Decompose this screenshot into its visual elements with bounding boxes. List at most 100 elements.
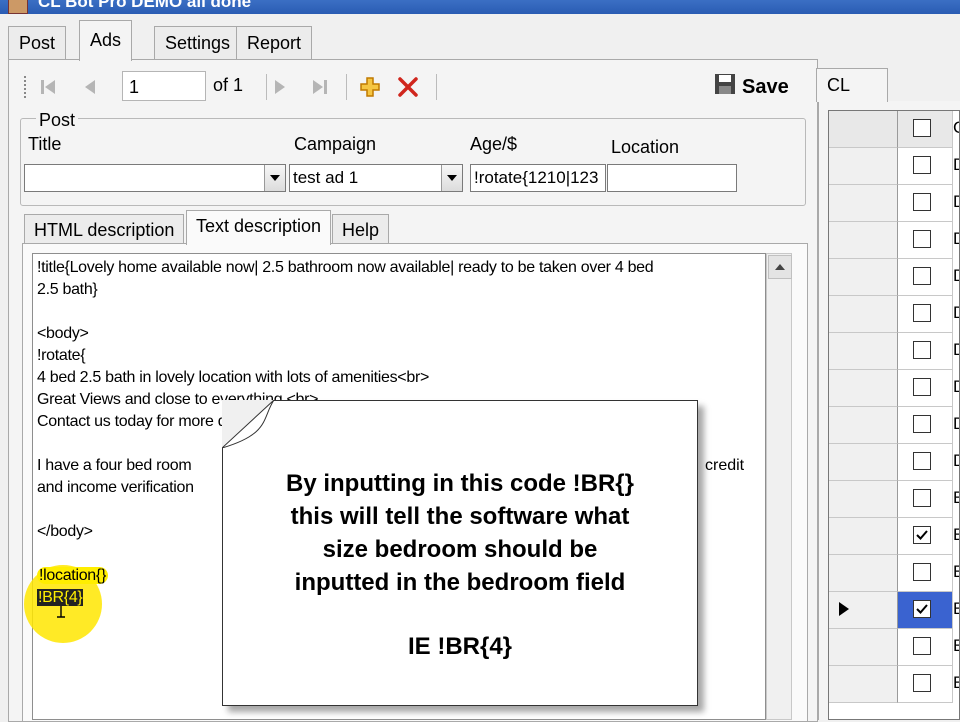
row-checkbox[interactable] — [913, 378, 931, 396]
row-header[interactable] — [829, 407, 898, 444]
campaign-combo[interactable]: test ad 1 — [289, 164, 463, 192]
tab-text-description[interactable]: Text description — [186, 210, 332, 245]
row-checkbox[interactable] — [913, 156, 931, 174]
main-tab-strip: Post Ads Settings Report — [8, 20, 808, 61]
row-checkbox[interactable] — [913, 341, 931, 359]
checkbox-cell[interactable] — [898, 222, 953, 259]
row-checkbox[interactable] — [913, 415, 931, 433]
column-header[interactable]: C — [953, 118, 959, 138]
table-row[interactable]: E — [829, 518, 959, 555]
row-header[interactable] — [829, 518, 898, 555]
row-checkbox[interactable] — [913, 193, 931, 211]
checkbox-cell[interactable] — [898, 629, 953, 666]
editor-line-location-highlighted: !location{} — [37, 567, 108, 584]
table-row[interactable]: E — [829, 481, 959, 518]
save-button[interactable]: Save — [714, 72, 789, 102]
tab-post[interactable]: Post — [8, 26, 67, 59]
table-row[interactable]: D — [829, 370, 959, 407]
row-header[interactable] — [829, 629, 898, 666]
table-row[interactable]: D — [829, 296, 959, 333]
checkbox-cell[interactable] — [898, 185, 953, 222]
row-checkbox[interactable] — [913, 230, 931, 248]
checkbox-cell[interactable] — [898, 481, 953, 518]
row-header[interactable] — [829, 259, 898, 296]
callout-line: size bedroom should be — [322, 536, 598, 563]
select-all-checkbox[interactable] — [913, 119, 931, 137]
chevron-down-icon[interactable] — [264, 165, 285, 191]
row-header[interactable] — [829, 333, 898, 370]
row-header[interactable] — [829, 222, 898, 259]
title-bar: CL Bot Pro DEMO all done — [0, 0, 960, 14]
checkbox-cell[interactable] — [898, 111, 953, 148]
tab-report[interactable]: Report — [236, 26, 313, 59]
row-header[interactable] — [829, 185, 898, 222]
table-row-current[interactable]: E — [829, 592, 959, 629]
checkbox-cell[interactable] — [898, 407, 953, 444]
row-text: D — [953, 229, 959, 249]
table-row[interactable]: D — [829, 444, 959, 481]
table-row[interactable]: D — [829, 333, 959, 370]
tab-html-description[interactable]: HTML description — [24, 214, 185, 245]
table-row[interactable]: E — [829, 666, 959, 703]
row-header[interactable] — [829, 666, 898, 703]
location-input[interactable] — [607, 164, 737, 192]
current-record-input[interactable]: 1 — [122, 71, 206, 101]
callout-example: IE !BR{4} — [407, 633, 513, 660]
checkbox-cell[interactable] — [898, 370, 953, 407]
scroll-up-icon[interactable] — [768, 255, 792, 279]
row-checkbox[interactable] — [913, 674, 931, 692]
tab-settings[interactable]: Settings — [154, 26, 242, 59]
checkbox-cell[interactable] — [898, 259, 953, 296]
table-row[interactable]: D — [829, 222, 959, 259]
row-header[interactable] — [829, 148, 898, 185]
row-text: E — [953, 525, 959, 545]
delete-icon[interactable] — [394, 74, 422, 100]
row-checkbox-checked[interactable] — [913, 600, 931, 618]
row-text: D — [953, 340, 959, 360]
table-row[interactable]: D — [829, 148, 959, 185]
row-header[interactable] — [829, 592, 898, 629]
row-checkbox[interactable] — [913, 267, 931, 285]
add-icon[interactable] — [356, 74, 384, 100]
table-row[interactable]: D — [829, 259, 959, 296]
tab-ads[interactable]: Ads — [79, 20, 133, 61]
row-text: D — [953, 266, 959, 286]
table-row[interactable]: D — [829, 407, 959, 444]
row-header[interactable] — [829, 370, 898, 407]
tab-help[interactable]: Help — [332, 214, 390, 245]
checkbox-cell[interactable] — [898, 296, 953, 333]
row-header[interactable] — [829, 444, 898, 481]
checkbox-cell[interactable] — [898, 148, 953, 185]
row-checkbox[interactable] — [913, 563, 931, 581]
title-combo[interactable] — [24, 164, 286, 192]
annotation-callout: By inputting in this code !BR{} this wil… — [222, 400, 698, 706]
table-row[interactable]: E — [829, 555, 959, 592]
move-next-icon[interactable] — [266, 74, 294, 100]
move-last-icon[interactable] — [306, 74, 334, 100]
row-checkbox[interactable] — [913, 637, 931, 655]
toolbar-grip[interactable] — [24, 76, 28, 98]
checkbox-cell[interactable] — [898, 333, 953, 370]
checkbox-cell[interactable] — [898, 666, 953, 703]
table-row[interactable]: E — [829, 629, 959, 666]
row-checkbox[interactable] — [913, 452, 931, 470]
table-row[interactable]: D — [829, 185, 959, 222]
checkbox-cell[interactable] — [898, 518, 953, 555]
checkbox-cell[interactable] — [898, 444, 953, 481]
row-header[interactable] — [829, 296, 898, 333]
move-first-icon[interactable] — [34, 74, 62, 100]
age-price-input[interactable]: !rotate{1210|123 — [470, 164, 606, 192]
row-header[interactable] — [829, 481, 898, 518]
chevron-down-icon[interactable] — [441, 165, 462, 191]
row-checkbox[interactable] — [913, 489, 931, 507]
row-checkbox-checked[interactable] — [913, 526, 931, 544]
row-header[interactable] — [829, 555, 898, 592]
row-text: D — [953, 303, 959, 323]
checkbox-cell[interactable] — [898, 555, 953, 592]
checkbox-cell[interactable] — [898, 592, 953, 629]
move-previous-icon[interactable] — [76, 74, 104, 100]
row-checkbox[interactable] — [913, 304, 931, 322]
editor-scrollbar[interactable] — [766, 253, 792, 720]
row-header — [829, 111, 898, 148]
tab-cl[interactable]: CL — [816, 68, 888, 102]
